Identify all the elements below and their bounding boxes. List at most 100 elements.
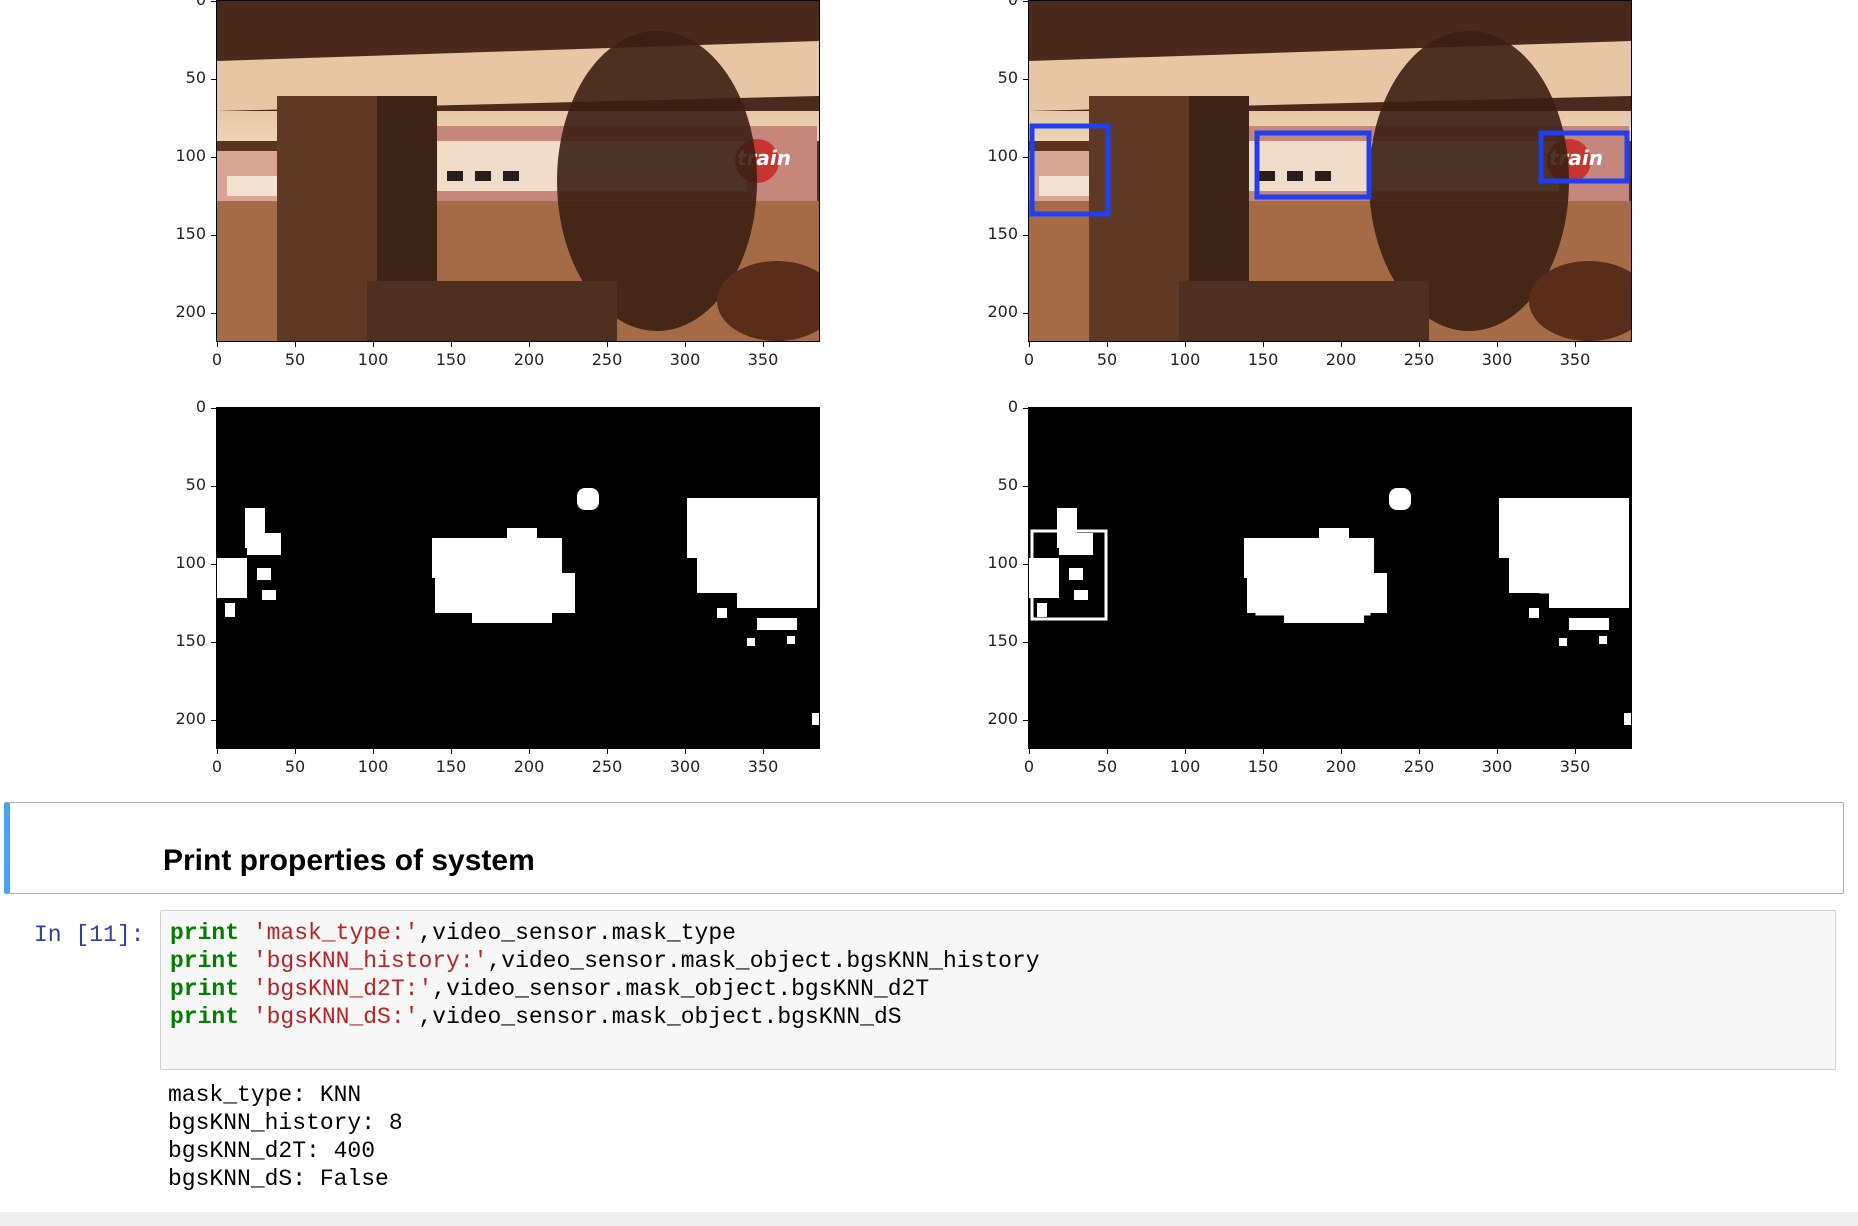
y-tick-mark [211,235,216,236]
x-tick-label: 50 [1096,757,1118,776]
x-tick-mark [1575,749,1576,754]
code-line: print 'bgsKNN_history:',video_sensor.mas… [170,948,1040,974]
x-tick-label: 50 [284,350,306,369]
x-tick-label: 300 [1481,757,1513,776]
x-tick-mark [607,749,608,754]
x-tick-mark [1341,749,1342,754]
x-tick-mark [1497,342,1498,347]
y-tick-label: 50 [997,475,1018,494]
y-tick-mark [1023,313,1028,314]
y-tick-label: 200 [175,302,206,321]
y-tick-mark [1023,564,1028,565]
x-tick-mark [451,749,452,754]
x-tick-label: 350 [1559,350,1591,369]
output-line: bgsKNN_history: 8 [168,1110,403,1136]
y-tick-mark [211,408,216,409]
code-line: print 'bgsKNN_d2T:',video_sensor.mask_ob… [170,976,930,1002]
y-tick-label: 50 [997,68,1018,87]
x-tick-label: 250 [1403,350,1435,369]
x-tick-mark [373,749,374,754]
x-tick-mark [1497,749,1498,754]
y-tick-label: 0 [978,0,1018,8]
x-tick-mark [529,342,530,347]
x-tick-mark [1419,749,1420,754]
x-tick-mark [295,342,296,347]
y-tick-mark [211,720,216,721]
x-tick-mark [217,749,218,754]
x-tick-label: 350 [747,757,779,776]
x-tick-label: 300 [669,757,701,776]
y-tick-label: 150 [987,631,1018,650]
y-tick-label: 150 [175,631,206,650]
x-tick-label: 0 [211,757,223,776]
cell-prompt: In [11]: [34,922,145,948]
y-tick-mark [1023,642,1028,643]
x-tick-label: 300 [1481,350,1513,369]
x-tick-mark [1029,342,1030,347]
image-detections: train [1028,0,1632,342]
x-tick-label: 100 [1169,757,1201,776]
x-tick-label: 250 [591,350,623,369]
x-tick-mark [373,342,374,347]
x-tick-label: 200 [513,757,545,776]
mask-image [217,408,819,748]
output-line: bgsKNN_dS: False [168,1166,389,1192]
x-tick-label: 350 [747,350,779,369]
y-tick-label: 0 [195,397,206,416]
y-tick-mark [1023,408,1028,409]
scene-photo-boxes: train [1029,1,1631,341]
y-tick-mark [211,564,216,565]
x-tick-mark [1575,342,1576,347]
x-tick-mark [763,749,764,754]
x-tick-mark [763,342,764,347]
image-mask [216,407,820,749]
y-tick-label: 100 [987,553,1018,572]
code-line: print 'mask_type:',video_sensor.mask_typ… [170,920,736,946]
x-tick-mark [1107,749,1108,754]
x-tick-mark [529,749,530,754]
x-tick-mark [1263,342,1264,347]
y-tick-mark [1023,235,1028,236]
scroll-area[interactable] [0,1212,1858,1226]
y-tick-mark [211,313,216,314]
output-line: bgsKNN_d2T: 400 [168,1138,376,1164]
x-tick-label: 50 [284,757,306,776]
x-tick-label: 100 [1169,350,1201,369]
x-tick-label: 0 [1023,757,1035,776]
y-tick-mark [1023,79,1028,80]
x-tick-mark [685,342,686,347]
markdown-heading: Print properties of system [163,844,535,877]
x-tick-label: 100 [357,757,389,776]
x-tick-label: 50 [1096,350,1118,369]
x-tick-mark [295,749,296,754]
y-tick-label: 200 [987,709,1018,728]
mask-image-boxes [1029,408,1631,748]
x-tick-label: 150 [435,350,467,369]
x-tick-label: 150 [1247,350,1279,369]
y-tick-mark [1023,157,1028,158]
x-tick-mark [607,342,608,347]
x-tick-label: 350 [1559,757,1591,776]
y-tick-label: 0 [166,0,206,8]
y-tick-mark [1023,720,1028,721]
x-tick-label: 250 [591,757,623,776]
x-tick-label: 0 [211,350,223,369]
y-tick-label: 200 [175,709,206,728]
y-tick-label: 50 [185,68,206,87]
code-line: print 'bgsKNN_dS:',video_sensor.mask_obj… [170,1004,902,1030]
image-mask-boxes [1028,407,1632,749]
y-tick-label: 0 [1007,397,1018,416]
x-tick-label: 250 [1403,757,1435,776]
x-tick-label: 300 [669,350,701,369]
y-tick-label: 50 [185,475,206,494]
y-tick-mark [211,486,216,487]
x-tick-label: 150 [1247,757,1279,776]
x-tick-mark [1419,342,1420,347]
x-tick-mark [1029,749,1030,754]
scene-photo: train [217,1,819,341]
x-tick-label: 100 [357,350,389,369]
y-tick-label: 150 [987,224,1018,243]
x-tick-mark [1263,749,1264,754]
y-tick-label: 100 [175,146,206,165]
x-tick-mark [1107,342,1108,347]
